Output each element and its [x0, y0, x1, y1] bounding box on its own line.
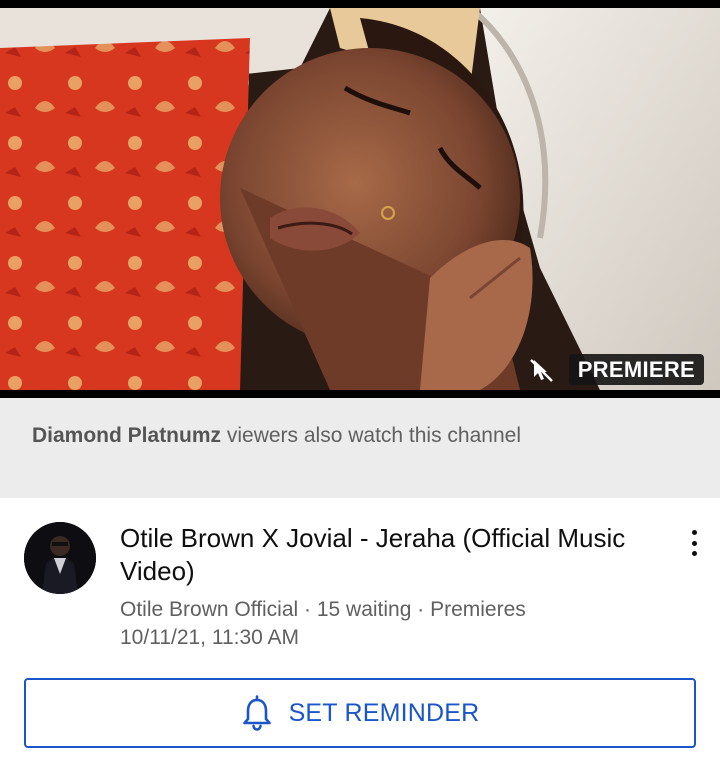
video-title[interactable]: Otile Brown X Jovial - Jeraha (Official …	[120, 522, 650, 588]
recommendation-banner: Diamond Platnumz viewers also watch this…	[0, 398, 720, 498]
avatar-image	[24, 522, 96, 594]
meta-separator: ·	[298, 598, 317, 621]
video-item[interactable]: Otile Brown X Jovial - Jeraha (Official …	[0, 498, 720, 674]
video-thumbnail[interactable]: PREMIERE	[0, 0, 720, 398]
kebab-dot	[691, 540, 697, 546]
kebab-dot	[691, 530, 697, 535]
channel-avatar[interactable]	[24, 522, 96, 594]
no-cursor-icon	[529, 358, 553, 382]
banner-text: viewers also watch this channel	[221, 424, 521, 447]
set-reminder-label: SET REMINDER	[288, 698, 480, 727]
waiting-count: 15 waiting	[316, 598, 412, 621]
thumbnail-image	[0, 8, 720, 390]
premiere-datetime: 10/11/21, 11:30 AM	[120, 626, 300, 649]
channel-name[interactable]: Otile Brown Official	[120, 598, 298, 621]
premiere-badge: PREMIERE	[568, 354, 704, 385]
meta-separator: ·	[411, 598, 431, 621]
more-vert-icon[interactable]	[682, 528, 706, 558]
set-reminder-button[interactable]: SET REMINDER	[24, 678, 696, 748]
kebab-dot	[691, 551, 697, 556]
premieres-label: Premieres	[430, 598, 526, 621]
banner-channel-name: Diamond Platnumz	[32, 424, 222, 447]
video-metadata: Otile Brown Official · 15 waiting · Prem…	[120, 596, 640, 652]
bell-icon	[242, 695, 271, 731]
